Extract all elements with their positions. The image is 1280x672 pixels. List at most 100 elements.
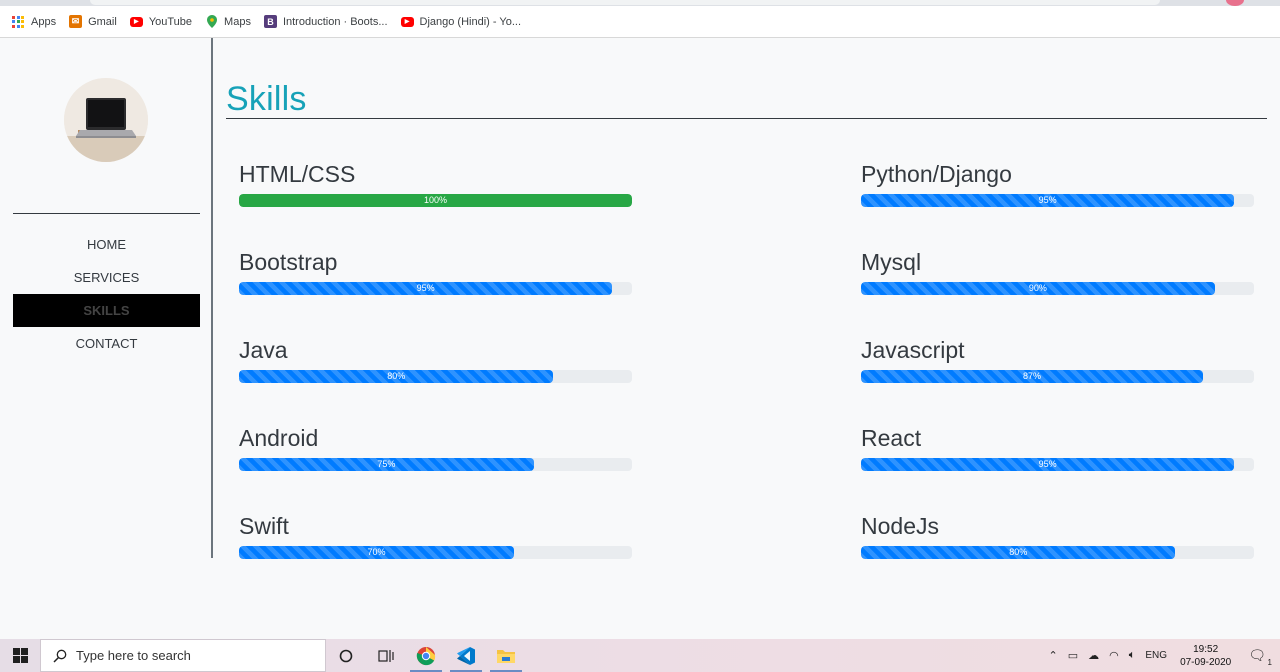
bookmark-label: Django (Hindi) - Yo... (419, 15, 522, 28)
skill-android: Android 75% (239, 424, 632, 471)
youtube-icon: ▶ (400, 16, 414, 27)
sidebar-nav: HOME SERVICES SKILLS CONTACT (13, 228, 200, 360)
sidebar: HOME SERVICES SKILLS CONTACT (0, 38, 213, 558)
task-view-button[interactable] (366, 639, 406, 672)
gmail-icon: ✉ (69, 15, 83, 28)
skill-name: Python/Django (861, 161, 1012, 187)
bookmark-apps[interactable]: Apps (12, 15, 57, 28)
taskbar-file-explorer[interactable] (486, 639, 526, 672)
clock-date: 07-09-2020 (1180, 656, 1232, 668)
skill-name: Android (239, 425, 319, 451)
skill-name: Mysql (861, 249, 922, 275)
progress-track: 90% (861, 282, 1254, 295)
notification-count: 1 (1267, 658, 1272, 667)
wifi-icon[interactable]: ◠ (1109, 649, 1119, 662)
windows-taskbar: Type here to search ⌃ ▭ ☁ ◠ 🔈︎ ENG 19:52… (0, 639, 1280, 672)
nav-item-home[interactable]: HOME (13, 228, 200, 261)
progress-track: 95% (239, 282, 632, 295)
progress-bar: 80% (861, 546, 1176, 559)
taskbar-clock[interactable]: 19:52 07-09-2020 (1180, 643, 1231, 669)
progress-bar: 95% (861, 194, 1235, 207)
search-placeholder: Type here to search (76, 648, 191, 663)
nav-item-services[interactable]: SERVICES (13, 261, 200, 294)
progress-track: 95% (861, 458, 1254, 471)
language-indicator[interactable]: ENG (1145, 650, 1167, 661)
skill-mysql: Mysql 90% (861, 248, 1254, 295)
bookmark-gmail[interactable]: ✉ Gmail (69, 15, 117, 28)
avatar (64, 78, 148, 162)
progress-track: 95% (861, 194, 1254, 207)
progress-track: 70% (239, 546, 632, 559)
skill-name: Java (239, 337, 288, 363)
folder-icon (497, 649, 515, 663)
skill-javascript: Javascript 87% (861, 336, 1254, 383)
clock-time: 19:52 (1193, 643, 1219, 655)
bookmark-label: Introduction · Boots... (282, 15, 388, 28)
progress-bar: 87% (861, 370, 1203, 383)
skill-name: HTML/CSS (239, 161, 356, 187)
bookmarks-bar: Apps ✉ Gmail ▶ YouTube Maps B Introducti… (0, 6, 1280, 38)
progress-bar: 80% (239, 370, 554, 383)
taskbar-chrome[interactable] (406, 639, 446, 672)
chrome-icon (416, 646, 436, 665)
bookmark-label: Maps (224, 15, 251, 28)
bookmark-youtube[interactable]: ▶ YouTube (129, 15, 193, 28)
skill-java: Java 80% (239, 336, 632, 383)
skill-python-django: Python/Django 95% (861, 160, 1254, 207)
progress-bar: 100% (239, 194, 632, 207)
sidebar-divider (13, 213, 200, 214)
notification-icon[interactable]: 🗨︎ 1 (1248, 647, 1272, 667)
progress-track: 80% (861, 546, 1254, 559)
progress-track: 75% (239, 458, 632, 471)
bootstrap-icon: B (263, 15, 277, 28)
volume-icon[interactable]: 🔈︎ (1129, 649, 1136, 662)
skill-bootstrap: Bootstrap 95% (239, 248, 632, 295)
bookmark-label: Gmail (88, 15, 117, 28)
cortana-circle-icon (339, 649, 353, 662)
progress-track: 100% (239, 194, 632, 207)
main-content: Skills HTML/CSS 100% Bootstrap 95% Java … (226, 38, 1267, 598)
bookmark-label: Apps (31, 15, 57, 28)
bookmark-django-hindi[interactable]: ▶ Django (Hindi) - Yo... (400, 15, 522, 28)
windows-logo-icon (12, 648, 28, 663)
search-icon (53, 649, 67, 663)
bookmark-bootstrap[interactable]: B Introduction · Boots... (263, 15, 388, 28)
progress-bar: 95% (861, 458, 1235, 471)
bookmark-maps[interactable]: Maps (205, 15, 251, 28)
skill-name: NodeJs (861, 513, 939, 539)
address-bar[interactable] (90, 0, 1160, 5)
progress-bar: 70% (239, 546, 515, 559)
bookmark-label: YouTube (148, 15, 193, 28)
cortana-button[interactable] (326, 639, 366, 672)
skill-swift: Swift 70% (239, 512, 632, 559)
progress-track: 80% (239, 370, 632, 383)
taskbar-vscode[interactable] (446, 639, 486, 672)
youtube-icon: ▶ (129, 16, 143, 27)
nav-item-skills[interactable]: SKILLS (13, 294, 200, 327)
progress-bar: 90% (861, 282, 1215, 295)
progress-track: 87% (861, 370, 1254, 383)
onedrive-cloud-icon[interactable]: ☁ (1088, 649, 1099, 662)
progress-bar: 75% (239, 458, 534, 471)
page-title: Skills (226, 80, 307, 118)
battery-icon[interactable]: ▭ (1068, 649, 1078, 662)
chevron-up-icon[interactable]: ⌃ (1049, 649, 1058, 662)
maps-pin-icon (205, 15, 218, 28)
vscode-icon (457, 646, 475, 665)
apps-grid-icon (12, 15, 24, 28)
progress-bar: 95% (239, 282, 613, 295)
skill-name: React (861, 425, 922, 451)
skill-name: Bootstrap (239, 249, 338, 275)
skill-name: Javascript (861, 337, 965, 363)
laptop-photo (64, 78, 148, 162)
task-view-icon (378, 649, 394, 662)
skill-name: Swift (239, 513, 289, 539)
system-tray: ⌃ ▭ ☁ ◠ 🔈︎ ENG 19:52 07-09-2020 🗨︎ 1 (1044, 639, 1280, 672)
start-button[interactable] (0, 639, 40, 672)
taskbar-search-box[interactable]: Type here to search (40, 639, 326, 672)
skill-nodejs: NodeJs 80% (861, 512, 1254, 559)
nav-item-contact[interactable]: CONTACT (13, 327, 200, 360)
skill-react: React 95% (861, 424, 1254, 471)
title-divider (226, 118, 1267, 119)
skill-html-css: HTML/CSS 100% (239, 160, 632, 207)
